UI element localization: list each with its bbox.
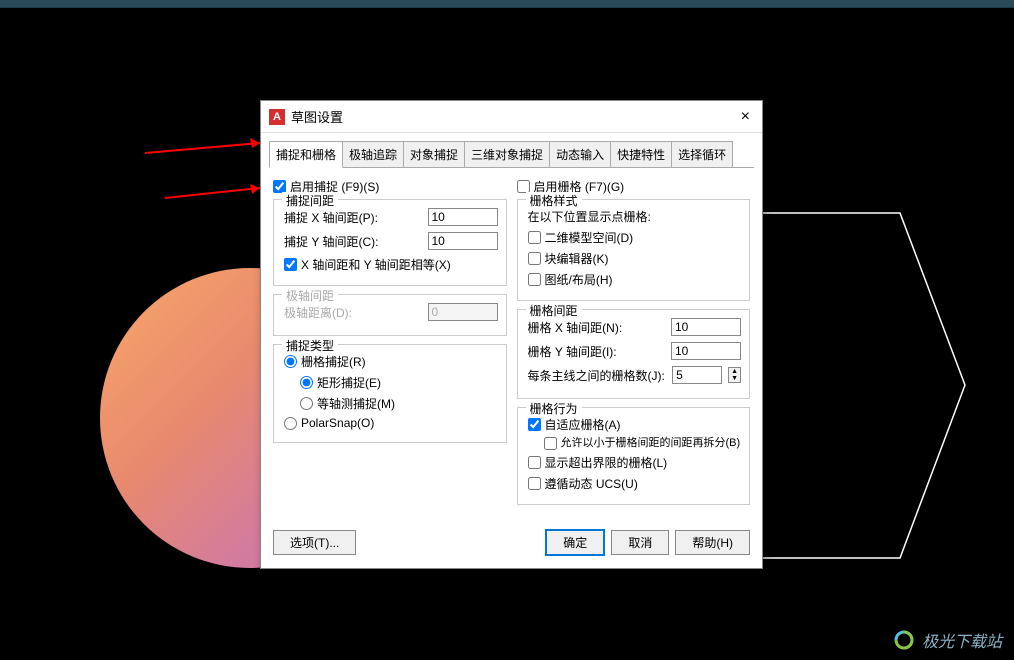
dialog-title: 草图设置 xyxy=(291,107,737,126)
grid-style-group: 栅格样式 在以下位置显示点栅格: 二维模型空间(D) 块编辑器(K) 图纸/布局… xyxy=(517,199,751,301)
paper-layout-input[interactable] xyxy=(528,273,541,286)
grid-snap-label: 栅格捕捉(R) xyxy=(301,353,366,370)
tab-object-snap[interactable]: 对象捕捉 xyxy=(403,141,465,167)
polar-dist-input xyxy=(428,303,498,321)
spinner-up-icon[interactable]: ▲ xyxy=(729,368,740,375)
snap-type-group: 捕捉类型 栅格捕捉(R) 矩形捕捉(E) 等轴测捕捉(M) xyxy=(273,344,507,443)
equal-xy-label: X 轴间距和 Y 轴间距相等(X) xyxy=(301,256,451,273)
snap-type-title: 捕捉类型 xyxy=(282,337,338,354)
beyond-label: 显示超出界限的栅格(L) xyxy=(545,454,668,471)
tab-dynamic-input[interactable]: 动态输入 xyxy=(549,141,611,167)
watermark-logo-icon xyxy=(892,628,916,652)
grid-spacing-title: 栅格间距 xyxy=(526,302,582,319)
polar-snap-label: PolarSnap(O) xyxy=(301,416,374,430)
block-editor-checkbox[interactable]: 块编辑器(K) xyxy=(528,250,742,267)
beyond-checkbox[interactable]: 显示超出界限的栅格(L) xyxy=(528,454,742,471)
grid-snap-radio[interactable]: 栅格捕捉(R) xyxy=(284,353,498,370)
model-space-label: 二维模型空间(D) xyxy=(545,229,634,246)
snap-x-input[interactable] xyxy=(428,208,498,226)
major-line-label: 每条主线之间的栅格数(J): xyxy=(528,367,667,384)
ok-button[interactable]: 确定 xyxy=(545,529,605,556)
model-space-input[interactable] xyxy=(528,231,541,244)
options-button[interactable]: 选项(T)... xyxy=(273,530,356,555)
subdivide-label: 允许以小于栅格间距的间距再拆分(B) xyxy=(561,437,741,450)
follow-ucs-checkbox[interactable]: 遵循动态 UCS(U) xyxy=(528,475,742,492)
dialog-buttons: 选项(T)... 确定 取消 帮助(H) xyxy=(261,521,762,568)
rect-snap-label: 矩形捕捉(E) xyxy=(317,374,381,391)
grid-behavior-group: 栅格行为 自适应栅格(A) 允许以小于栅格间距的间距再拆分(B) 显示超出界限的… xyxy=(517,407,751,505)
rect-snap-radio[interactable]: 矩形捕捉(E) xyxy=(300,374,498,391)
grid-behavior-title: 栅格行为 xyxy=(526,400,582,417)
spinner-down-icon[interactable]: ▼ xyxy=(729,375,740,382)
beyond-input[interactable] xyxy=(528,456,541,469)
grid-y-label: 栅格 Y 轴间距(I): xyxy=(528,343,666,360)
polar-dist-label: 极轴距离(D): xyxy=(284,304,422,321)
follow-ucs-input[interactable] xyxy=(528,477,541,490)
iso-snap-input[interactable] xyxy=(300,397,313,410)
grid-style-title: 栅格样式 xyxy=(526,192,582,209)
snap-x-label: 捕捉 X 轴间距(P): xyxy=(284,209,422,226)
adaptive-label: 自适应栅格(A) xyxy=(545,416,621,433)
iso-snap-radio[interactable]: 等轴测捕捉(M) xyxy=(300,395,498,412)
adaptive-checkbox[interactable]: 自适应栅格(A) xyxy=(528,416,742,433)
polar-spacing-title: 极轴间距 xyxy=(282,287,338,304)
grid-x-label: 栅格 X 轴间距(N): xyxy=(528,319,666,336)
tab-quick-properties[interactable]: 快捷特性 xyxy=(610,141,672,167)
adaptive-input[interactable] xyxy=(528,418,541,431)
follow-ucs-label: 遵循动态 UCS(U) xyxy=(545,475,638,492)
grid-spacing-group: 栅格间距 栅格 X 轴间距(N): 栅格 Y 轴间距(I): 每条主线之间的栅格… xyxy=(517,309,751,399)
tab-selection-cycling[interactable]: 选择循环 xyxy=(671,141,733,167)
model-space-checkbox[interactable]: 二维模型空间(D) xyxy=(528,229,742,246)
polar-spacing-group: 极轴间距 极轴距离(D): xyxy=(273,294,507,336)
cancel-button[interactable]: 取消 xyxy=(611,530,669,555)
equal-xy-checkbox[interactable]: X 轴间距和 Y 轴间距相等(X) xyxy=(284,256,498,273)
subdivide-input[interactable] xyxy=(544,437,557,450)
major-line-input[interactable] xyxy=(672,366,722,384)
block-editor-input[interactable] xyxy=(528,252,541,265)
app-titlebar xyxy=(0,0,1014,8)
equal-xy-input[interactable] xyxy=(284,258,297,271)
tab-strip: 捕捉和栅格 极轴追踪 对象捕捉 三维对象捕捉 动态输入 快捷特性 选择循环 xyxy=(269,141,754,168)
block-editor-label: 块编辑器(K) xyxy=(545,250,609,267)
close-icon[interactable]: × xyxy=(737,108,754,126)
tab-3d-object-snap[interactable]: 三维对象捕捉 xyxy=(464,141,550,167)
snap-y-label: 捕捉 Y 轴间距(C): xyxy=(284,233,422,250)
tab-polar-tracking[interactable]: 极轴追踪 xyxy=(342,141,404,167)
snap-y-input[interactable] xyxy=(428,232,498,250)
drafting-settings-dialog: A 草图设置 × 捕捉和栅格 极轴追踪 对象捕捉 三维对象捕捉 动态输入 快捷特… xyxy=(260,100,763,569)
tab-snap-grid[interactable]: 捕捉和栅格 xyxy=(269,141,343,168)
dialog-titlebar: A 草图设置 × xyxy=(261,101,762,133)
grid-snap-input[interactable] xyxy=(284,355,297,368)
paper-layout-label: 图纸/布局(H) xyxy=(545,271,613,288)
iso-snap-label: 等轴测捕捉(M) xyxy=(317,395,395,412)
watermark-text: 极光下载站 xyxy=(922,628,1002,652)
paper-layout-checkbox[interactable]: 图纸/布局(H) xyxy=(528,271,742,288)
grid-y-input[interactable] xyxy=(671,342,741,360)
polar-snap-input[interactable] xyxy=(284,417,297,430)
snap-spacing-group: 捕捉间距 捕捉 X 轴间距(P): 捕捉 Y 轴间距(C): X 轴间距和 Y … xyxy=(273,199,507,286)
rect-snap-input[interactable] xyxy=(300,376,313,389)
polar-snap-radio[interactable]: PolarSnap(O) xyxy=(284,416,498,430)
watermark: 极光下载站 xyxy=(892,628,1002,652)
subdivide-checkbox[interactable]: 允许以小于栅格间距的间距再拆分(B) xyxy=(544,437,742,450)
app-icon: A xyxy=(269,109,285,125)
snap-spacing-title: 捕捉间距 xyxy=(282,192,338,209)
grid-x-input[interactable] xyxy=(671,318,741,336)
grid-style-desc: 在以下位置显示点栅格: xyxy=(528,208,742,225)
help-button[interactable]: 帮助(H) xyxy=(675,530,750,555)
major-line-spinner[interactable]: ▲▼ xyxy=(728,367,741,383)
